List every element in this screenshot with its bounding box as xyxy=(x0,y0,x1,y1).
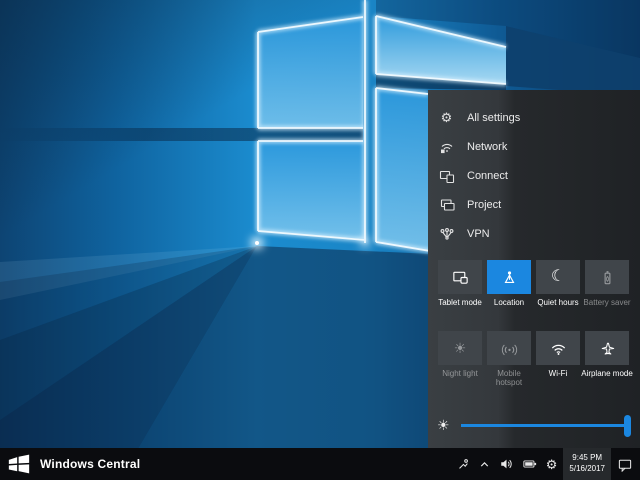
menu-item-label: All settings xyxy=(467,112,520,124)
connect-icon xyxy=(438,167,455,184)
quick-action-tablet-mode: Tablet mode xyxy=(438,260,482,294)
chevron-up-icon xyxy=(478,458,491,471)
quiet-hours-tile[interactable]: ☾ xyxy=(536,260,580,294)
settings-tray-button[interactable]: ⚙ xyxy=(542,448,562,480)
quick-action-night-light: ☀ Night light xyxy=(438,331,482,365)
quick-action-quiet-hours: ☾ Quiet hours xyxy=(536,260,580,294)
action-center-button[interactable] xyxy=(613,448,637,480)
menu-item-network[interactable]: Network xyxy=(428,132,640,161)
airplane-mode-tile[interactable] xyxy=(585,331,629,365)
brightness-slider-thumb[interactable] xyxy=(624,415,631,437)
hotspot-icon xyxy=(500,339,519,358)
taskbar: Windows Central xyxy=(0,448,640,480)
quick-action-mobile-hotspot: Mobile hotspot xyxy=(487,331,531,365)
menu-item-label: VPN xyxy=(467,228,490,240)
menu-item-label: Project xyxy=(467,199,501,211)
brightness-slider[interactable] xyxy=(461,424,629,427)
start-button[interactable]: Windows Central xyxy=(7,453,140,475)
tray-overflow-button[interactable] xyxy=(474,448,495,480)
quick-action-airplane-mode: Airplane mode xyxy=(585,331,629,365)
wifi-tile[interactable] xyxy=(536,331,580,365)
network-icon xyxy=(438,138,455,155)
project-icon xyxy=(438,196,455,213)
menu-item-label: Network xyxy=(467,141,507,153)
menu-item-project[interactable]: Project xyxy=(428,190,640,219)
menu-item-vpn[interactable]: VPN xyxy=(428,219,640,248)
volume-icon xyxy=(499,457,514,471)
action-center-icon xyxy=(617,457,633,472)
location-tile[interactable] xyxy=(487,260,531,294)
windows-logo xyxy=(7,453,31,475)
battery-saver-icon xyxy=(598,268,617,287)
quick-action-battery-saver: Battery saver xyxy=(585,260,629,294)
volume-button[interactable] xyxy=(495,448,518,480)
clock-date: 5/16/2017 xyxy=(569,464,605,475)
mobile-hotspot-tile[interactable] xyxy=(487,331,531,365)
vpn-icon xyxy=(438,225,455,242)
desktop: ⚙ All settings Network xyxy=(0,0,640,480)
night-light-tile[interactable]: ☀ xyxy=(438,331,482,365)
location-icon xyxy=(500,268,519,287)
battery-button[interactable] xyxy=(518,448,542,480)
tablet-mode-tile[interactable] xyxy=(438,260,482,294)
battery-icon xyxy=(522,457,538,471)
menu-item-label: Connect xyxy=(467,170,508,182)
menu-item-connect[interactable]: Connect xyxy=(428,161,640,190)
moon-icon: ☾ xyxy=(551,269,565,285)
taskbar-brand-label: Windows Central xyxy=(40,457,140,471)
tray-app-icon xyxy=(456,457,470,471)
quick-links-menu: ⚙ All settings Network xyxy=(428,103,640,248)
gear-icon: ⚙ xyxy=(546,458,558,471)
wifi-icon xyxy=(549,339,568,358)
sun-icon: ☀ xyxy=(454,341,467,355)
menu-item-all-settings[interactable]: ⚙ All settings xyxy=(428,103,640,132)
action-center-panel: ⚙ All settings Network xyxy=(428,90,640,448)
quick-action-wifi: Wi-Fi xyxy=(536,331,580,365)
taskbar-clock[interactable]: 9:45 PM 5/16/2017 xyxy=(563,448,611,480)
brightness-icon: ☀ xyxy=(437,418,450,432)
brightness-row: ☀ xyxy=(428,412,640,440)
battery-saver-tile[interactable] xyxy=(585,260,629,294)
tray-app-button[interactable] xyxy=(452,448,474,480)
airplane-icon xyxy=(598,339,617,358)
quick-action-location: Location xyxy=(487,260,531,294)
system-tray: ⚙ 9:45 PM 5/16/2017 xyxy=(452,448,637,480)
gear-icon: ⚙ xyxy=(438,109,455,126)
tablet-mode-icon xyxy=(451,268,470,287)
clock-time: 9:45 PM xyxy=(572,453,602,464)
